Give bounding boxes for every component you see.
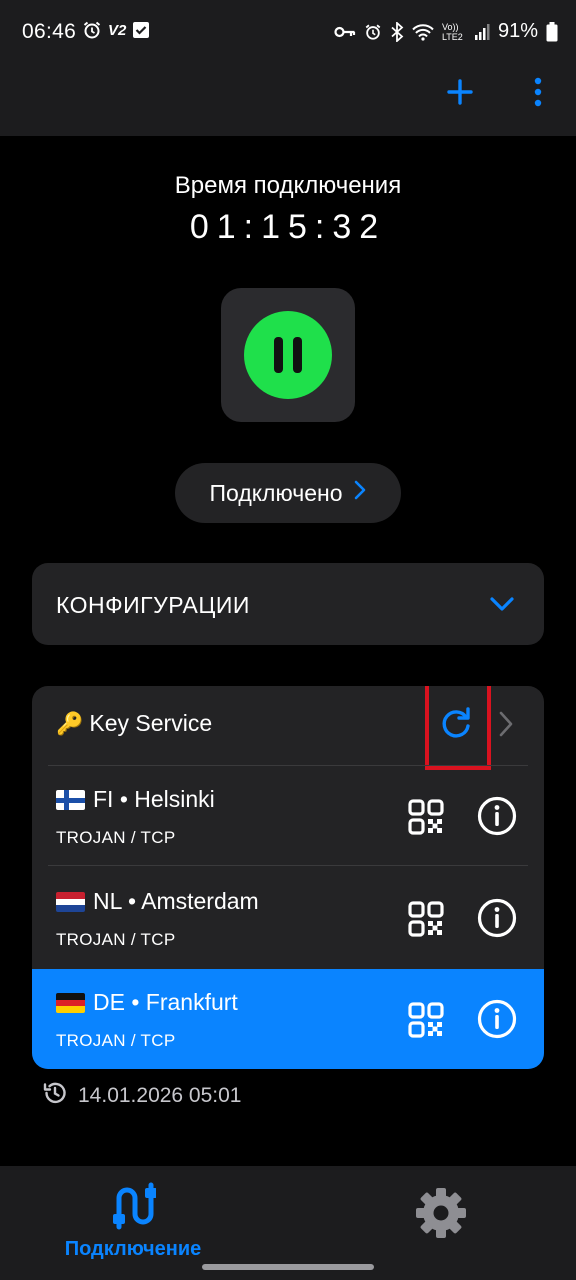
app-bar: 06:46 V2 Vo)) LTE2 91% — [0, 0, 576, 136]
history-icon — [42, 1080, 68, 1112]
server-list: 🔑 Key Service FI • Helsinki TROJAN / TCP — [32, 686, 544, 1069]
configurations-dropdown[interactable]: КОНФИГУРАЦИИ — [32, 563, 544, 645]
bluetooth-icon — [390, 21, 404, 42]
server-row-fi[interactable]: FI • Helsinki TROJAN / TCP — [32, 766, 544, 866]
nav-connection-tab[interactable]: Подключение — [46, 1180, 220, 1264]
alarm-icon — [364, 23, 382, 41]
home-indicator[interactable] — [202, 1264, 374, 1270]
connection-status-label: Подключено — [209, 479, 343, 506]
plug-connection-icon — [110, 1180, 156, 1232]
server-name: NL • Amsterdam — [93, 888, 259, 914]
checkbox-icon — [132, 21, 150, 39]
last-update-time: 14.01.2026 05:01 — [78, 1084, 242, 1107]
chevron-right-icon — [353, 479, 367, 507]
bottom-navigation: Подключение — [0, 1166, 576, 1280]
server-protocol: TROJAN / TCP — [56, 930, 176, 949]
nav-connection-label: Подключение — [64, 1238, 202, 1260]
overflow-menu-button[interactable] — [522, 72, 554, 112]
lte-label: Vo)) LTE2 — [441, 21, 463, 42]
qr-code-button[interactable] — [408, 901, 444, 942]
v2-badge: V2 — [108, 21, 127, 39]
add-config-button[interactable] — [440, 72, 480, 112]
server-row-nl[interactable]: NL • Amsterdam TROJAN / TCP — [32, 868, 544, 968]
server-name: DE • Frankfurt — [93, 989, 238, 1015]
chevron-right-icon[interactable] — [498, 710, 514, 743]
plus-icon — [440, 79, 480, 116]
connection-time-label: Время подключения — [174, 172, 402, 199]
alarm-icon — [82, 20, 102, 40]
clock: 06:46 — [22, 20, 77, 43]
germany-flag-icon — [56, 992, 85, 1013]
chevron-down-icon — [488, 591, 516, 620]
disconnect-button[interactable] — [244, 311, 332, 399]
configurations-title: КОНФИГУРАЦИИ — [56, 592, 250, 618]
connection-timer: 01:15:32 — [189, 208, 387, 246]
group-name: Key Service — [89, 710, 213, 736]
signal-icon — [474, 23, 490, 41]
server-row-de[interactable]: DE • Frankfurt TROJAN / TCP — [32, 969, 544, 1069]
connection-status-button[interactable]: Подключено — [175, 463, 401, 523]
more-vertical-icon — [522, 77, 554, 116]
power-button-container — [221, 288, 355, 422]
info-button[interactable] — [476, 897, 518, 944]
server-protocol: TROJAN / TCP — [56, 1031, 176, 1050]
finland-flag-icon — [56, 789, 85, 810]
info-button[interactable] — [476, 998, 518, 1045]
gear-icon — [414, 1188, 468, 1244]
highlight-annotation — [425, 686, 491, 770]
status-bar: 06:46 V2 Vo)) LTE2 91% — [0, 14, 576, 50]
key-emoji-icon: 🔑 — [56, 710, 84, 736]
last-update: 14.01.2026 05:01 — [42, 1080, 242, 1112]
netherlands-flag-icon — [56, 891, 85, 912]
qr-code-button[interactable] — [408, 799, 444, 840]
wifi-icon — [412, 23, 434, 41]
nav-settings-tab[interactable] — [414, 1186, 468, 1240]
battery-icon — [546, 21, 558, 42]
info-button[interactable] — [476, 795, 518, 842]
server-protocol: TROJAN / TCP — [56, 828, 176, 847]
server-name: FI • Helsinki — [93, 786, 215, 812]
qr-code-button[interactable] — [408, 1002, 444, 1043]
battery-percent: 91% — [497, 20, 538, 42]
subscription-group-row[interactable]: 🔑 Key Service — [32, 686, 544, 770]
divider — [48, 865, 528, 866]
vpn-key-icon — [334, 25, 356, 39]
